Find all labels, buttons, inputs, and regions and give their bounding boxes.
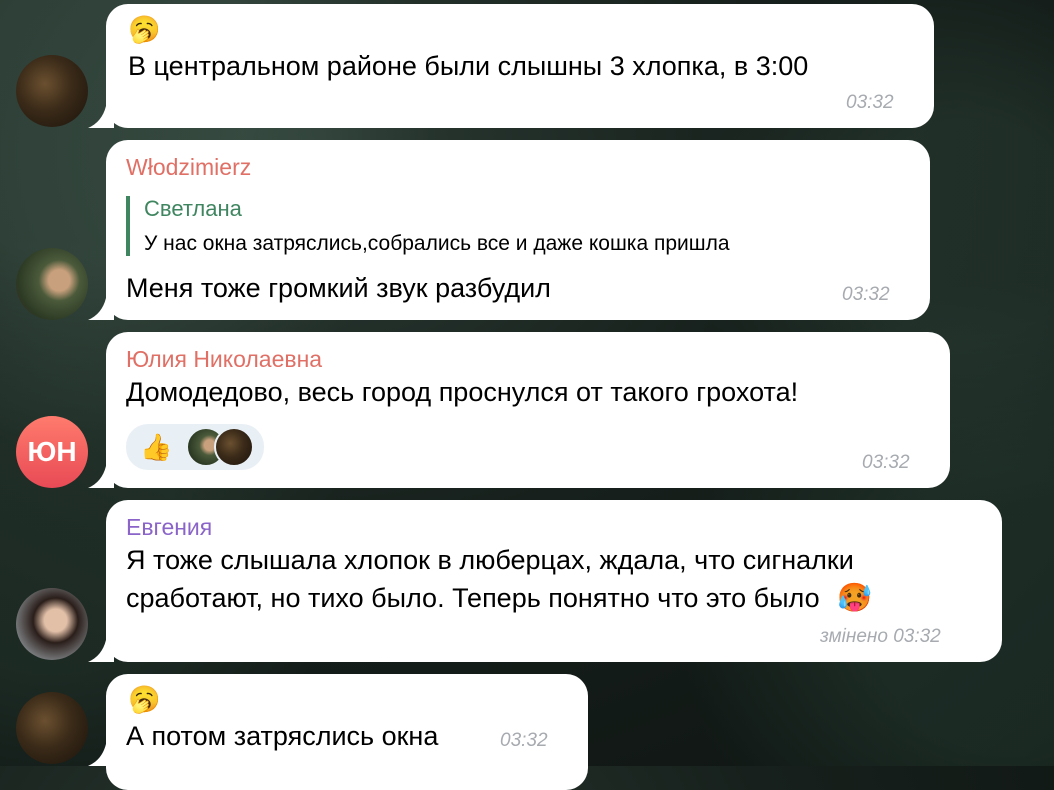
message-time: 03:32	[842, 284, 890, 305]
yawning-face-emoji: 🥱	[128, 14, 161, 44]
message-text: А потом затряслись окна	[126, 721, 439, 751]
avatar-initials[interactable]: ЮН	[16, 416, 88, 488]
reactor-avatar	[214, 427, 255, 467]
message-bubble[interactable]: Евгения Я тоже слышала хлопок в люберцах…	[106, 500, 1002, 662]
message-bubble[interactable]: 🥱 В центральном районе были слышны 3 хло…	[106, 4, 934, 128]
thumbs-up-emoji: 👍	[140, 432, 173, 462]
hot-face-emoji: 🥵	[837, 582, 872, 613]
reply-text: У нас окна затряслись,собрались все и да…	[144, 232, 730, 255]
message-bubble[interactable]: Юлия Николаевна Домодедово, весь город п…	[106, 332, 950, 488]
yawning-face-emoji: 🥱	[128, 684, 161, 714]
message-text: Меня тоже громкий звук разбудил	[126, 273, 551, 303]
avatar[interactable]	[16, 248, 88, 320]
message-text: Домодедово, весь город проснулся от тако…	[126, 377, 799, 407]
reply-quote[interactable]: Светлана У нас окна затряслись,собрались…	[126, 196, 730, 256]
message-bubble[interactable]: 🥱 А потом затряслись окна 03:32	[106, 674, 588, 790]
message-time: 03:32	[846, 92, 894, 113]
avatar[interactable]	[16, 692, 88, 764]
avatar[interactable]	[16, 588, 88, 660]
message-time-edited: змінено 03:32	[820, 626, 941, 647]
message-bubble[interactable]: Włodzimierz Светлана У нас окна затрясли…	[106, 140, 930, 320]
avatar[interactable]	[16, 55, 88, 127]
reply-sender-name: Светлана	[144, 196, 242, 221]
message-text: В центральном районе были слышны 3 хлопк…	[128, 51, 809, 81]
sender-name[interactable]: Юлия Николаевна	[126, 346, 322, 373]
message-text-line-2: сработают, но тихо было. Теперь понятно …	[126, 576, 872, 620]
reaction-chip[interactable]: 👍	[126, 424, 265, 470]
message-text-line-2-content: сработают, но тихо было. Теперь понятно …	[126, 583, 820, 613]
message-time: 03:32	[862, 452, 910, 473]
sender-name[interactable]: Евгения	[126, 514, 212, 541]
sender-name[interactable]: Włodzimierz	[126, 154, 251, 181]
message-time: 03:32	[500, 730, 548, 751]
